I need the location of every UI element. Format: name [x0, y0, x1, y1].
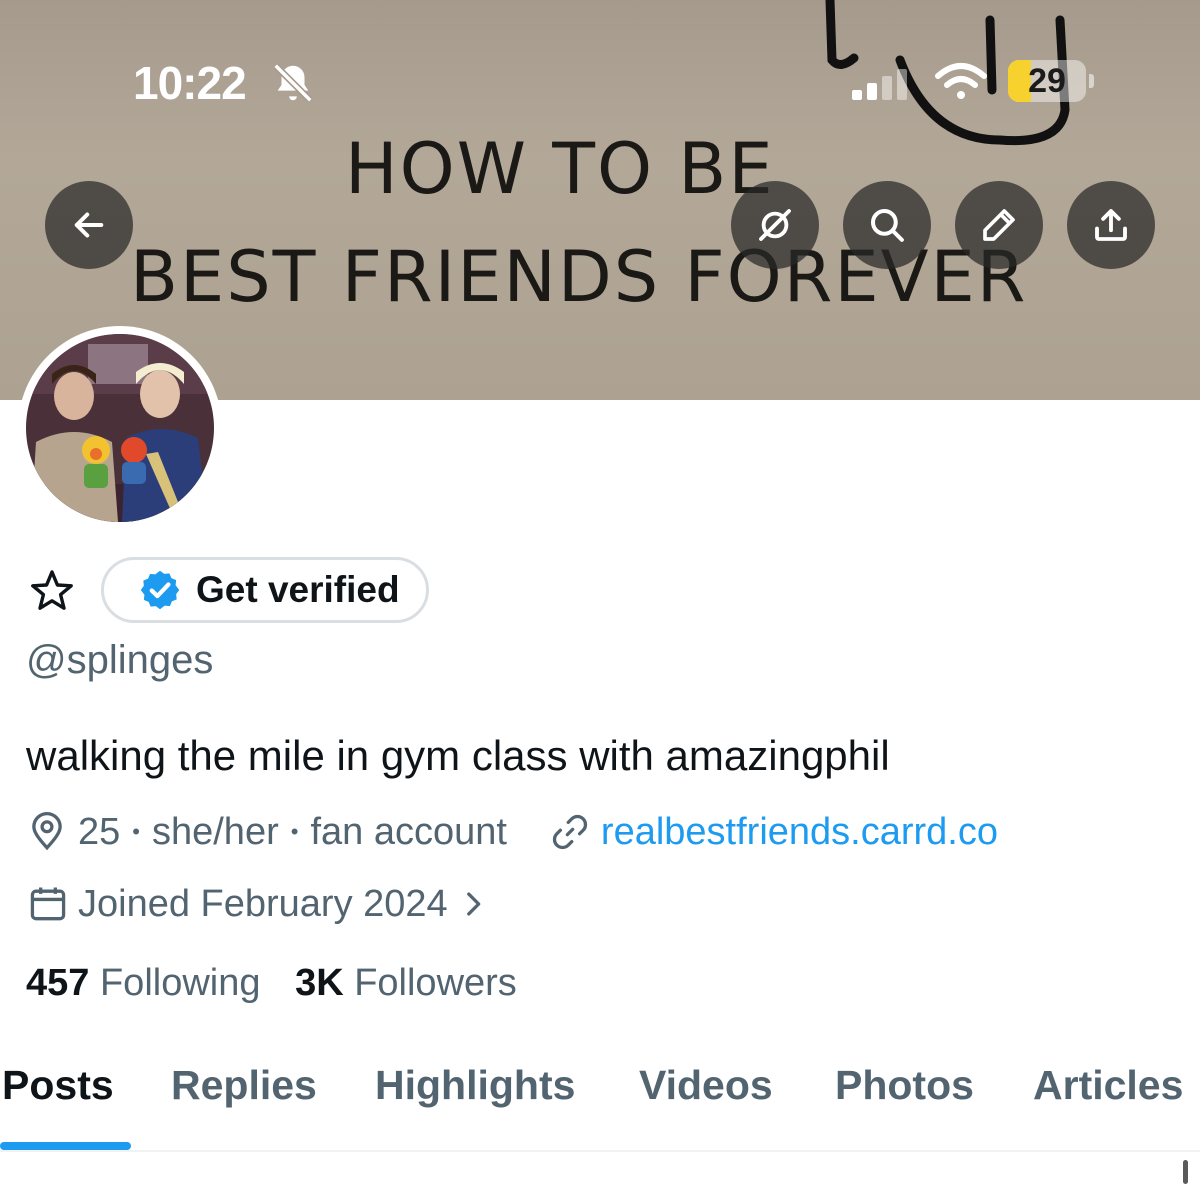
profile-banner[interactable]: HOW TO BE BEST FRIENDS FOREVER 10:22 29 [0, 0, 1200, 400]
tab-posts[interactable]: Posts [2, 1062, 114, 1109]
following-count: 457 [26, 962, 90, 1004]
grok-button[interactable] [731, 181, 819, 269]
battery-percent: 29 [1028, 62, 1066, 100]
chevron-right-icon [466, 892, 480, 916]
followers-link[interactable]: 3K Followers [295, 962, 517, 1004]
search-icon [870, 208, 904, 242]
back-arrow-icon [74, 212, 104, 238]
profile-meta-row: 25 • she/her • fan account realbestfrien… [26, 808, 998, 856]
share-button[interactable] [1067, 181, 1155, 269]
edit-profile-button[interactable] [955, 181, 1043, 269]
profile-website-link[interactable]: realbestfriends.carrd.co [601, 811, 998, 854]
followers-label: Followers [354, 962, 517, 1004]
status-time: 10:22 [133, 57, 247, 109]
separator-dot: • [132, 819, 140, 844]
tab-highlights[interactable]: Highlights [375, 1062, 575, 1109]
active-tab-indicator [0, 1142, 131, 1150]
edit-pencil-icon [983, 209, 1015, 241]
profile-tag: fan account [310, 810, 507, 853]
share-icon [1095, 209, 1127, 241]
profile-age: 25 [78, 810, 121, 853]
tab-photos[interactable]: Photos [835, 1062, 974, 1109]
followers-count: 3K [295, 962, 344, 1004]
battery-nub [1089, 74, 1094, 88]
battery-icon: 29 [1008, 60, 1086, 102]
joined-date: Joined February 2024 [78, 882, 448, 925]
tabs-divider [0, 1150, 1200, 1152]
location-pin-icon [32, 811, 62, 851]
get-verified-label: Get verified [196, 569, 400, 610]
signal-icon [852, 69, 907, 100]
bell-slash-icon [273, 63, 313, 103]
tab-replies[interactable]: Replies [171, 1062, 317, 1109]
tab-articles[interactable]: Articles [1033, 1062, 1183, 1109]
follow-counts: 457 Following 3K Followers [26, 962, 517, 1005]
following-label: Following [99, 962, 261, 1004]
search-button[interactable] [843, 181, 931, 269]
verified-badge-icon [140, 570, 180, 610]
grok-icon [759, 209, 791, 241]
following-link[interactable]: 457 Following [26, 962, 261, 1004]
avatar-ring[interactable] [18, 326, 222, 530]
back-button[interactable] [45, 181, 133, 269]
profile-tabs: Posts Replies Highlights Videos Photos A… [0, 1062, 1200, 1152]
separator-dot: • [290, 819, 299, 844]
wifi-icon [935, 63, 987, 99]
tab-videos[interactable]: Videos [639, 1062, 773, 1109]
profile-bio: walking the mile in gym class with amazi… [26, 732, 890, 779]
avatar [26, 334, 214, 522]
calendar-icon [30, 887, 66, 921]
link-icon [552, 814, 588, 850]
joined-date-row[interactable]: Joined February 2024 [26, 880, 498, 928]
get-verified-button[interactable]: Get verified [101, 557, 429, 623]
star-icon[interactable] [28, 567, 76, 615]
profile-pronouns: she/her [151, 810, 279, 853]
banner-text-line1: HOW TO BE [345, 128, 775, 210]
scrollbar[interactable] [1183, 1160, 1188, 1184]
profile-handle: @splinges [26, 638, 214, 682]
